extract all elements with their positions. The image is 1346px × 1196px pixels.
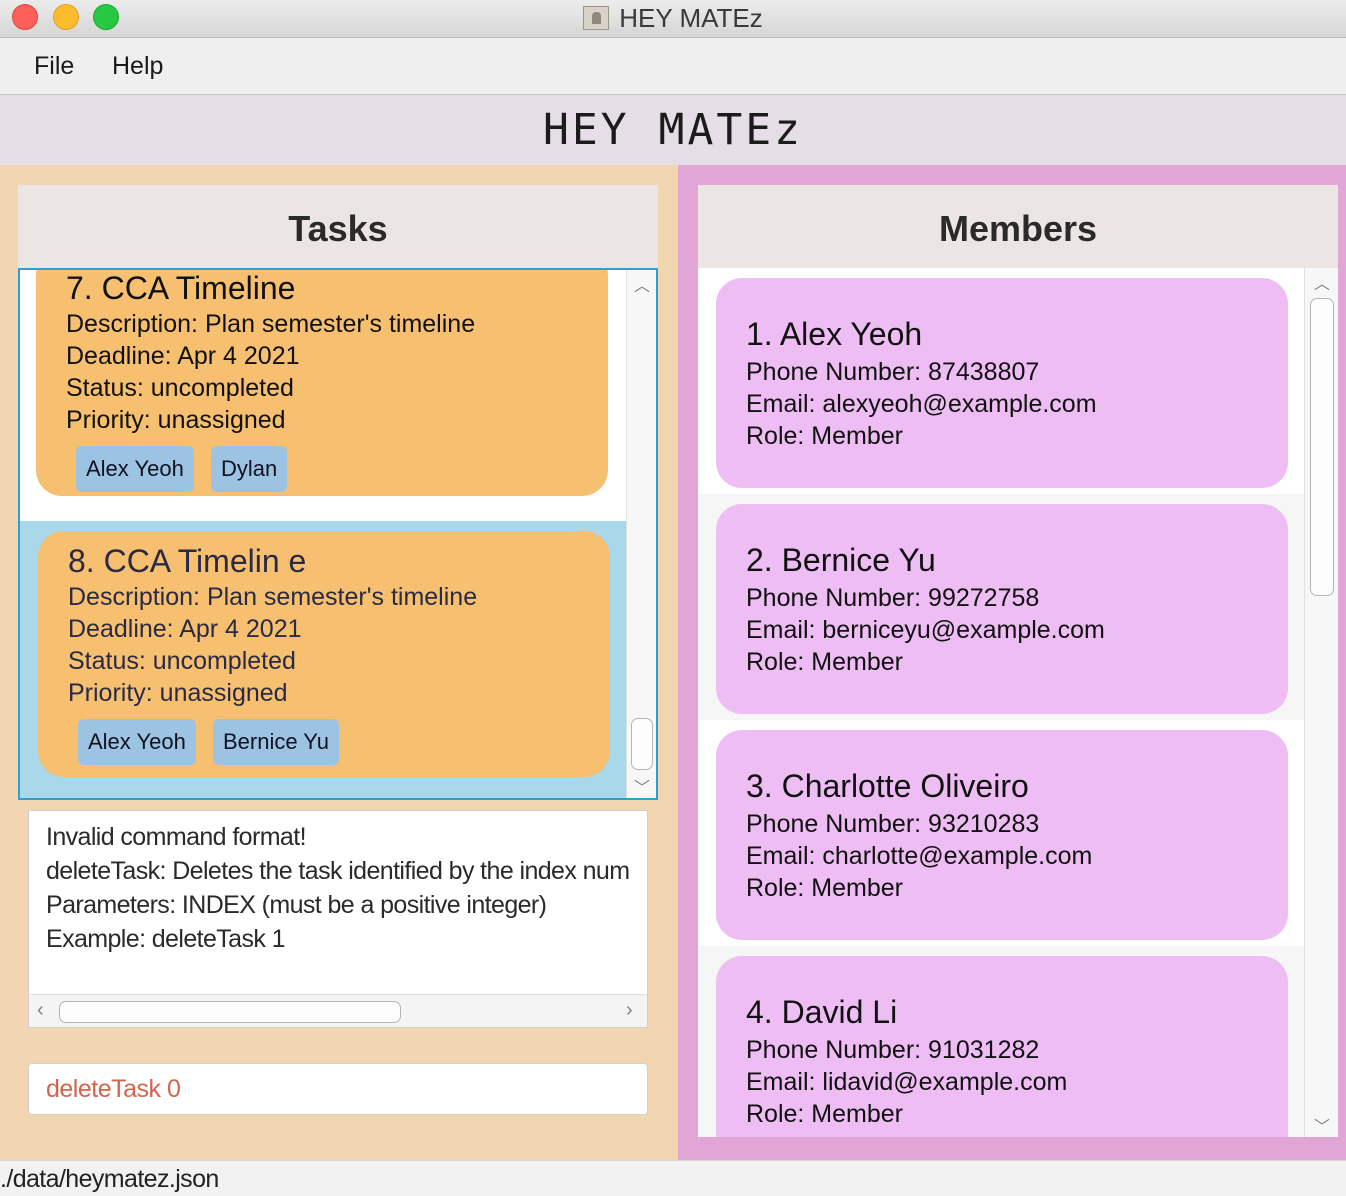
result-line: Invalid command format! xyxy=(46,823,307,851)
member-row[interactable]: 4. David Li Phone Number: 91031282 Email… xyxy=(698,946,1304,1137)
scroll-thumb[interactable] xyxy=(631,718,653,770)
member-role: Role: Member xyxy=(746,1100,903,1128)
member-card[interactable]: 3. Charlotte Oliveiro Phone Number: 9321… xyxy=(716,730,1288,940)
task-list[interactable]: 7. CCA Timeline Description: Plan semest… xyxy=(18,268,658,800)
member-row[interactable]: 2. Bernice Yu Phone Number: 99272758 Ema… xyxy=(698,494,1304,720)
member-list-scrollbar[interactable]: ︿ ﹀ xyxy=(1304,268,1338,1137)
task-title: 8. CCA Timelin e xyxy=(68,543,307,579)
result-line: Parameters: INDEX (must be a positive in… xyxy=(46,891,547,919)
window-titlebar: HEY MATEz xyxy=(0,0,1346,38)
window-title-area: HEY MATEz xyxy=(0,3,1346,34)
member-card[interactable]: 2. Bernice Yu Phone Number: 99272758 Ema… xyxy=(716,504,1288,714)
task-row-selected[interactable]: 8. CCA Timelin e Description: Plan semes… xyxy=(20,521,626,798)
member-name: 1. Alex Yeoh xyxy=(746,316,923,352)
member-phone: Phone Number: 87438807 xyxy=(746,358,1040,386)
menu-file[interactable]: File xyxy=(34,52,74,81)
command-input[interactable]: deleteTask 0 xyxy=(28,1063,648,1115)
member-name: 4. David Li xyxy=(746,994,898,1030)
member-email: Email: lidavid@example.com xyxy=(746,1068,1068,1096)
assignee-chip: Bernice Yu xyxy=(213,719,340,765)
chevron-down-icon[interactable]: ﹀ xyxy=(634,774,650,798)
member-phone: Phone Number: 91031282 xyxy=(746,1036,1040,1064)
menu-help[interactable]: Help xyxy=(112,52,163,81)
status-bar: ./data/heymatez.json xyxy=(0,1160,1346,1196)
member-phone: Phone Number: 99272758 xyxy=(746,584,1040,612)
tasks-header: Tasks xyxy=(18,185,658,270)
member-email: Email: charlotte@example.com xyxy=(746,842,1093,870)
tasks-pane: Tasks 7. CCA Timeline Description: Plan … xyxy=(0,165,678,1160)
task-title: 7. CCA Timeline xyxy=(66,270,296,306)
member-role: Role: Member xyxy=(746,422,903,450)
task-status: Status: uncompleted xyxy=(68,647,296,675)
chevron-up-icon[interactable]: ︿ xyxy=(634,272,650,296)
member-email: Email: alexyeoh@example.com xyxy=(746,390,1097,418)
member-name: 3. Charlotte Oliveiro xyxy=(746,768,1029,804)
result-hscrollbar[interactable]: ‹ › xyxy=(29,994,647,1027)
member-role: Role: Member xyxy=(746,648,903,676)
member-name: 2. Bernice Yu xyxy=(746,542,936,578)
menu-bar: File Help xyxy=(0,38,1346,95)
task-list-scrollbar[interactable]: ︿ ﹀ xyxy=(626,270,656,798)
member-card[interactable]: 4. David Li Phone Number: 91031282 Email… xyxy=(716,956,1288,1137)
task-card[interactable]: 7. CCA Timeline Description: Plan semest… xyxy=(36,270,608,496)
member-card[interactable]: 1. Alex Yeoh Phone Number: 87438807 Emai… xyxy=(716,278,1288,488)
data-file-path: ./data/heymatez.json xyxy=(0,1165,219,1193)
contacts-app-icon xyxy=(583,6,610,30)
command-text: deleteTask 0 xyxy=(46,1075,181,1103)
result-display[interactable]: Invalid command format! deleteTask: Dele… xyxy=(28,810,648,1028)
assignee-chip: Alex Yeoh xyxy=(78,719,196,765)
member-row[interactable]: 3. Charlotte Oliveiro Phone Number: 9321… xyxy=(698,720,1304,946)
member-phone: Phone Number: 93210283 xyxy=(746,810,1040,838)
result-line: deleteTask: Deletes the task identified … xyxy=(46,857,630,885)
task-deadline: Deadline: Apr 4 2021 xyxy=(68,615,302,643)
task-row[interactable]: 7. CCA Timeline Description: Plan semest… xyxy=(20,270,626,520)
app-header-title: HEY MATEz xyxy=(543,105,803,155)
member-row[interactable]: 1. Alex Yeoh Phone Number: 87438807 Emai… xyxy=(698,268,1304,494)
task-priority: Priority: unassigned xyxy=(68,679,288,707)
task-description: Description: Plan semester's timeline xyxy=(68,583,478,611)
result-line: Example: deleteTask 1 xyxy=(46,925,286,953)
chevron-right-icon[interactable]: › xyxy=(626,999,633,1022)
assignee-chip: Alex Yeoh xyxy=(76,446,194,492)
task-description: Description: Plan semester's timeline xyxy=(66,310,476,338)
app-header: HEY MATEz xyxy=(0,95,1346,165)
member-list[interactable]: 1. Alex Yeoh Phone Number: 87438807 Emai… xyxy=(698,268,1338,1137)
scroll-thumb[interactable] xyxy=(59,1001,401,1023)
chevron-up-icon[interactable]: ︿ xyxy=(1314,270,1330,294)
member-email: Email: berniceyu@example.com xyxy=(746,616,1105,644)
chevron-left-icon[interactable]: ‹ xyxy=(37,999,44,1022)
window-title: HEY MATEz xyxy=(619,3,763,33)
task-priority: Priority: unassigned xyxy=(66,406,286,434)
member-role: Role: Member xyxy=(746,874,903,902)
chevron-down-icon[interactable]: ﹀ xyxy=(1314,1113,1330,1137)
members-header: Members xyxy=(698,185,1338,270)
members-pane: Members 1. Alex Yeoh Phone Number: 87438… xyxy=(678,165,1346,1160)
task-status: Status: uncompleted xyxy=(66,374,294,402)
task-card[interactable]: 8. CCA Timelin e Description: Plan semes… xyxy=(38,531,610,777)
scroll-thumb[interactable] xyxy=(1310,298,1334,596)
task-deadline: Deadline: Apr 4 2021 xyxy=(66,342,300,370)
assignee-chip: Dylan xyxy=(211,446,288,492)
